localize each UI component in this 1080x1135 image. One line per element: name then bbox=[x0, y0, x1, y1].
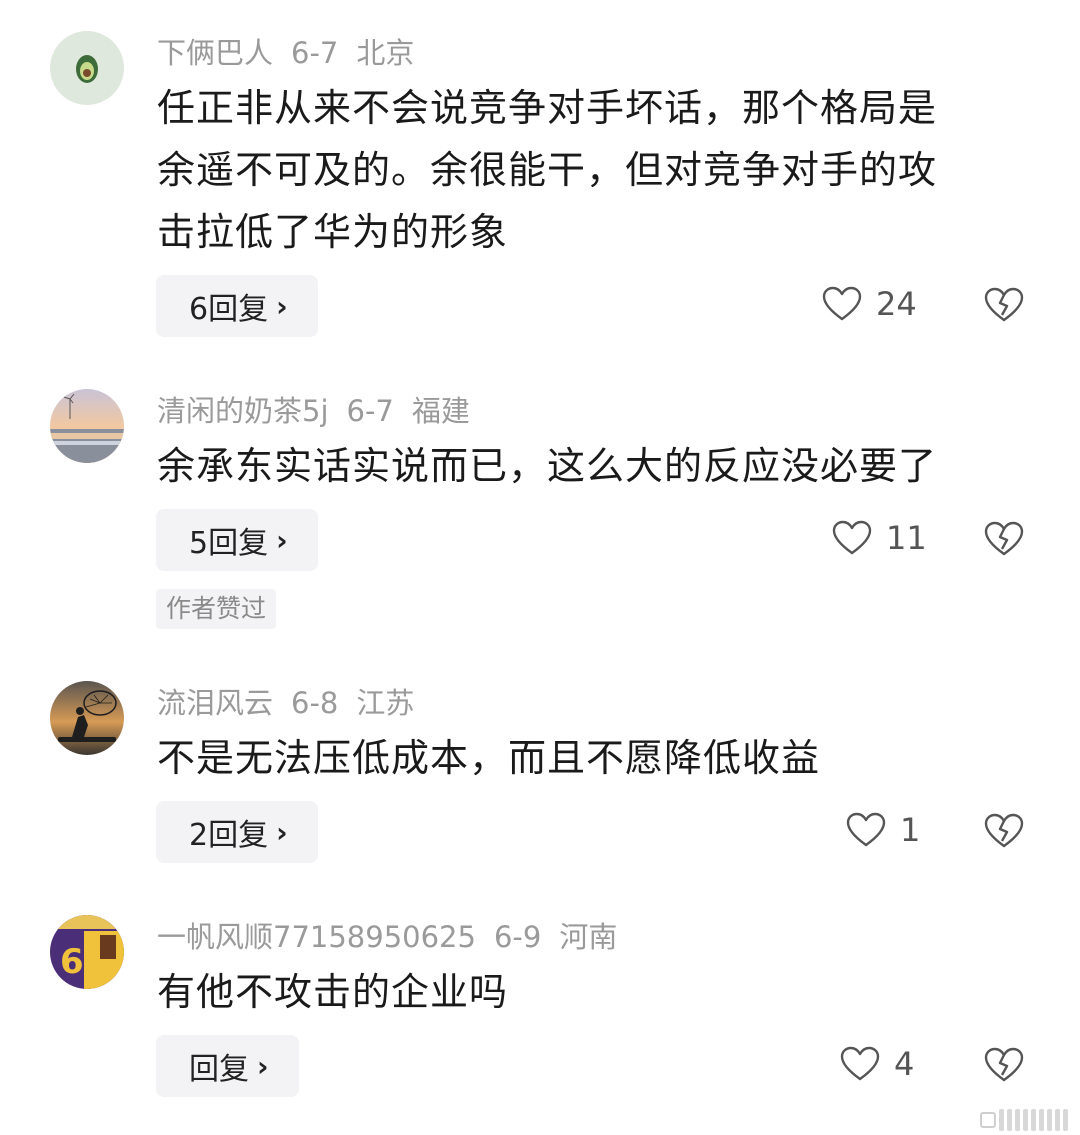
comment-date: 6-7 bbox=[346, 394, 394, 428]
replies-label: 5回复 bbox=[189, 526, 269, 561]
like-count: 4 bbox=[894, 1045, 915, 1083]
avatar[interactable] bbox=[50, 31, 124, 105]
avocado-avatar-icon bbox=[50, 31, 124, 105]
like-button[interactable]: 4 bbox=[840, 1045, 914, 1083]
username[interactable]: 一帆风顺77158950625 bbox=[157, 920, 476, 954]
comment-text: 任正非从来不会说竞争对手坏话，那个格局是 余遥不可及的。余很能干，但对竞争对手的… bbox=[157, 77, 1017, 263]
author-liked-badge: 作者赞过 bbox=[156, 589, 277, 629]
watermark-logo bbox=[980, 1109, 1068, 1131]
comment-meta: 清闲的奶茶5j 6-7 福建 bbox=[157, 391, 488, 431]
replies-button[interactable]: 5回复 › bbox=[156, 509, 318, 571]
comment-date: 6-9 bbox=[493, 920, 542, 954]
comment-line: 有他不攻击的企业吗 bbox=[157, 970, 509, 1014]
avatar[interactable]: 6 bbox=[50, 915, 124, 989]
username[interactable]: 流泪风云 bbox=[157, 686, 273, 720]
avatar[interactable] bbox=[50, 681, 124, 755]
comment-text: 余承东实话实说而已，这么大的反应没必要了 bbox=[157, 435, 1017, 497]
sunset-beach-avatar-icon bbox=[50, 389, 124, 463]
username[interactable]: 下俩巴人 bbox=[157, 36, 273, 70]
comment-date: 6-7 bbox=[291, 36, 339, 70]
comment-text: 有他不攻击的企业吗 bbox=[157, 961, 1017, 1023]
heart-icon bbox=[832, 520, 872, 555]
chevron-right-icon: › bbox=[276, 523, 288, 557]
basketball-jersey-avatar-icon: 6 bbox=[50, 915, 124, 989]
like-button[interactable]: 11 bbox=[832, 519, 927, 557]
replies-button[interactable]: 回复 › bbox=[156, 1035, 299, 1097]
comment-line: 击拉低了华为的形象 bbox=[157, 210, 509, 254]
comment-location: 江苏 bbox=[356, 686, 415, 720]
replies-button[interactable]: 2回复 › bbox=[156, 801, 318, 863]
comment-location: 河南 bbox=[559, 920, 618, 954]
dislike-button[interactable] bbox=[984, 1047, 1024, 1087]
dislike-button[interactable] bbox=[984, 521, 1024, 561]
like-count: 1 bbox=[900, 811, 921, 849]
broken-heart-icon bbox=[984, 287, 1024, 322]
comment-line: 余遥不可及的。余很能干，但对竞争对手的攻 bbox=[157, 148, 938, 192]
like-button[interactable]: 24 bbox=[822, 285, 917, 323]
comment-meta: 流泪风云 6-8 江苏 bbox=[157, 683, 432, 723]
comment-text: 不是无法压低成本，而且不愿降低收益 bbox=[157, 727, 1017, 789]
fisherman-silhouette-avatar-icon bbox=[50, 681, 124, 755]
comment-date: 6-8 bbox=[291, 686, 339, 720]
comment-location: 福建 bbox=[411, 394, 470, 428]
like-count: 11 bbox=[886, 519, 927, 557]
like-count: 24 bbox=[876, 285, 917, 323]
replies-label: 回复 bbox=[189, 1052, 249, 1087]
heart-icon bbox=[840, 1046, 880, 1081]
dislike-button[interactable] bbox=[984, 287, 1024, 327]
comment-meta: 一帆风顺77158950625 6-9 河南 bbox=[157, 917, 635, 957]
broken-heart-icon bbox=[984, 521, 1024, 556]
heart-icon bbox=[822, 286, 862, 321]
replies-button[interactable]: 6回复 › bbox=[156, 275, 318, 337]
comment-line: 任正非从来不会说竞争对手坏话，那个格局是 bbox=[157, 86, 938, 130]
comment-line: 不是无法压低成本，而且不愿降低收益 bbox=[157, 736, 821, 780]
broken-heart-icon bbox=[984, 1047, 1024, 1082]
chevron-right-icon: › bbox=[276, 289, 288, 323]
watermark-mark bbox=[980, 1112, 996, 1128]
replies-label: 6回复 bbox=[189, 292, 269, 327]
dislike-button[interactable] bbox=[984, 813, 1024, 853]
username[interactable]: 清闲的奶茶5j bbox=[157, 394, 329, 428]
comment-meta: 下俩巴人 6-7 北京 bbox=[157, 33, 432, 73]
comment-line: 余承东实话实说而已，这么大的反应没必要了 bbox=[157, 444, 938, 488]
like-button[interactable]: 1 bbox=[846, 811, 920, 849]
chevron-right-icon: › bbox=[276, 815, 288, 849]
replies-label: 2回复 bbox=[189, 818, 269, 853]
heart-icon bbox=[846, 812, 886, 847]
avatar[interactable] bbox=[50, 389, 124, 463]
comment-location: 北京 bbox=[356, 36, 415, 70]
chevron-right-icon: › bbox=[257, 1049, 269, 1083]
svg-text:6: 6 bbox=[60, 942, 84, 982]
broken-heart-icon bbox=[984, 813, 1024, 848]
